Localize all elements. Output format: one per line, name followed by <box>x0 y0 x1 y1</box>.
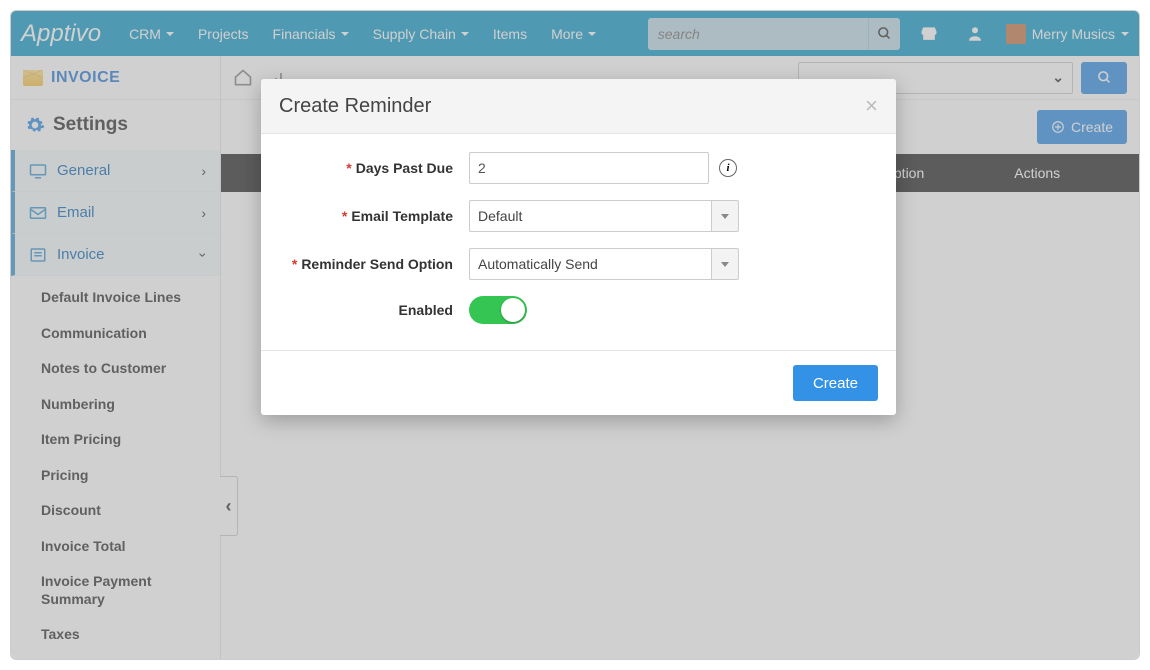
label-days-past-due: *Days Past Due <box>279 160 469 176</box>
dropdown-toggle[interactable] <box>711 248 739 280</box>
toggle-knob <box>501 298 525 322</box>
close-icon[interactable]: × <box>865 93 878 119</box>
info-icon[interactable]: i <box>719 159 737 177</box>
select-reminder-send-option[interactable]: Automatically Send <box>469 248 739 280</box>
select-email-template[interactable]: Default <box>469 200 739 232</box>
toggle-enabled[interactable] <box>469 296 527 324</box>
chevron-down-icon <box>721 214 729 219</box>
input-days-past-due[interactable] <box>469 152 709 184</box>
modal-title: Create Reminder <box>279 95 431 118</box>
label-reminder-send-option: *Reminder Send Option <box>279 256 469 272</box>
label-email-template: *Email Template <box>279 208 469 224</box>
select-value: Automatically Send <box>469 248 711 280</box>
modal-create-button[interactable]: Create <box>793 365 878 401</box>
chevron-down-icon <box>721 262 729 267</box>
dropdown-toggle[interactable] <box>711 200 739 232</box>
create-reminder-modal: Create Reminder × *Days Past Due i *Emai… <box>261 79 896 415</box>
label-enabled: Enabled <box>279 302 469 318</box>
select-value: Default <box>469 200 711 232</box>
